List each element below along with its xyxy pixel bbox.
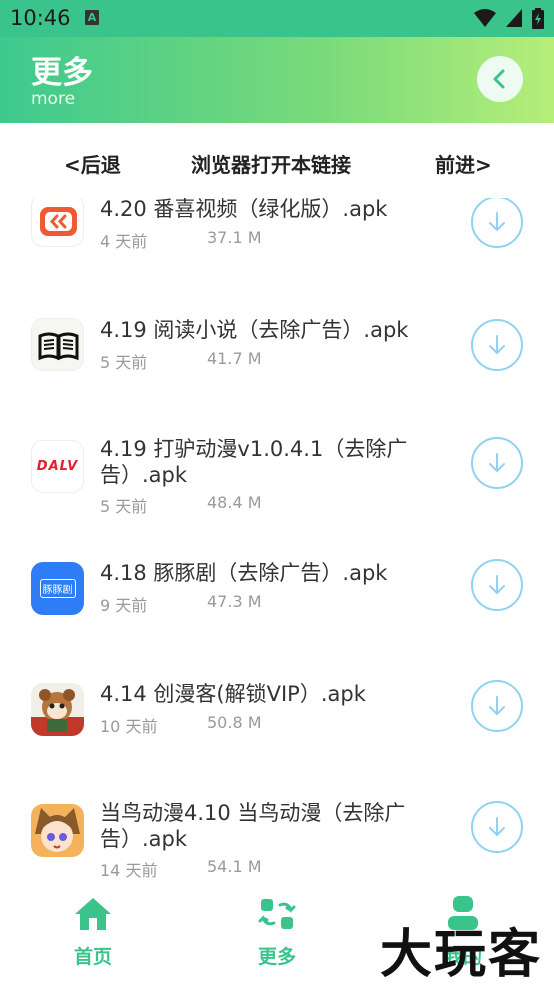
item-size: 41.7 M: [207, 349, 262, 368]
item-age: 10 天前: [100, 717, 158, 736]
download-icon: [489, 212, 505, 231]
battery-icon: [532, 8, 544, 29]
page-header: 更多 more: [0, 37, 554, 123]
app-icon-reader: [31, 318, 84, 371]
item-size: 37.1 M: [207, 228, 262, 247]
app-icon-chuangmanke: [31, 683, 84, 736]
download-button[interactable]: [471, 437, 523, 489]
item-title: 4.19 打驴动漫v1.0.4.1（去除广告）.apk: [100, 437, 408, 487]
notification-icon: A: [85, 10, 99, 25]
download-icon: [489, 335, 505, 354]
download-button[interactable]: [471, 198, 523, 248]
signal-icon: [505, 9, 522, 27]
back-button[interactable]: [477, 56, 523, 102]
download-button[interactable]: [471, 319, 523, 371]
item-title: 4.18 豚豚剧（去除广告）.apk: [100, 561, 388, 585]
status-icons: [470, 8, 544, 29]
status-bar: 10:46 A: [0, 0, 554, 37]
item-size: 54.1 M: [207, 857, 262, 876]
item-age: 9 天前: [100, 596, 148, 615]
chevron-left-icon: [493, 69, 505, 89]
status-time: 10:46: [10, 6, 71, 30]
page-title: 更多: [31, 55, 93, 91]
app-icon-dangniao: [31, 804, 84, 857]
tab-home-label: 首页: [73, 946, 112, 968]
item-title: 当鸟动漫4.10 当鸟动漫（去除广告）.apk: [100, 801, 406, 851]
item-age: 4 天前: [100, 232, 148, 251]
home-icon: [75, 898, 111, 930]
page-subtitle: more: [31, 89, 76, 109]
open-in-browser-link[interactable]: 浏览器打开本链接: [191, 149, 351, 178]
nav-forward-link[interactable]: 前进>: [435, 149, 492, 178]
wifi-icon: [473, 9, 496, 27]
item-age: 14 天前: [100, 861, 158, 878]
app-icon-dalv: DALV: [31, 440, 84, 493]
nav-back-link[interactable]: <后退: [64, 149, 121, 178]
tab-home[interactable]: 首页: [43, 896, 143, 969]
browser-nav-row: <后退 浏览器打开本链接 前进>: [0, 123, 554, 198]
watermark: 大玩客: [380, 924, 543, 985]
file-list: 4.20 番喜视频（绿化版）.apk 4 天前 37.1 M 4.19 阅读小说…: [0, 198, 554, 878]
item-size: 47.3 M: [207, 592, 262, 611]
app-icon-fanxi: [31, 198, 84, 247]
download-icon: [489, 453, 505, 472]
tab-more-label: 更多: [257, 946, 296, 968]
item-title: 4.19 阅读小说（去除广告）.apk: [100, 318, 409, 342]
dalv-logo-text: DALV: [36, 459, 79, 474]
tuntun-logo-text: 豚豚剧: [39, 579, 76, 598]
item-title: 4.20 番喜视频（绿化版）.apk: [100, 198, 388, 221]
item-size: 50.8 M: [207, 713, 262, 732]
download-icon: [489, 817, 505, 836]
download-icon: [489, 696, 505, 715]
download-button[interactable]: [471, 559, 523, 611]
tab-more[interactable]: 更多: [227, 896, 327, 969]
item-size: 48.4 M: [207, 493, 262, 512]
item-age: 5 天前: [100, 353, 148, 372]
download-icon: [489, 575, 505, 594]
download-button[interactable]: [471, 801, 523, 853]
app-icon-tuntun: 豚豚剧: [31, 562, 84, 615]
item-age: 5 天前: [100, 497, 148, 516]
more-icon: [258, 899, 296, 929]
download-button[interactable]: [471, 680, 523, 732]
item-title: 4.14 创漫客(解锁VIP）.apk: [100, 682, 366, 706]
